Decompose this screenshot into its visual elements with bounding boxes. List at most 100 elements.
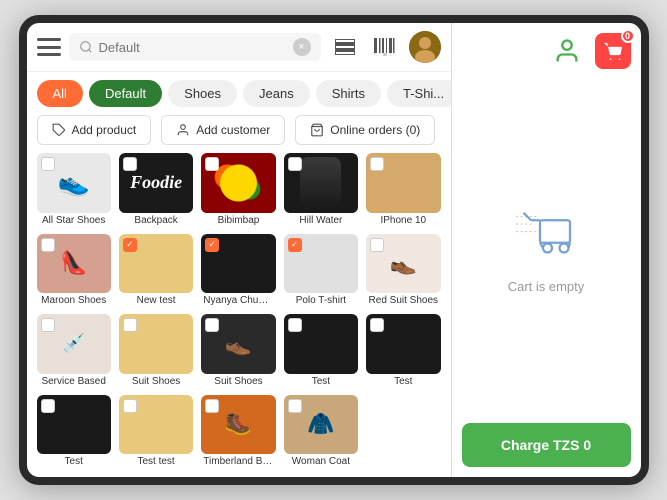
list-view-button[interactable] xyxy=(329,31,361,63)
product-checkbox[interactable] xyxy=(370,157,384,171)
barcode-button[interactable]: ||| xyxy=(369,31,401,63)
list-icon xyxy=(335,39,355,55)
product-checkbox[interactable] xyxy=(205,318,219,332)
product-checkbox[interactable] xyxy=(288,318,302,332)
top-icons: ||| xyxy=(329,31,441,63)
search-clear-button[interactable]: × xyxy=(293,38,311,56)
product-name: Hill Water xyxy=(284,213,358,226)
tablet-container: × xyxy=(19,15,649,485)
product-checkbox[interactable] xyxy=(123,318,137,332)
right-panel: 0 xyxy=(452,23,641,477)
tab-all[interactable]: All xyxy=(37,80,83,107)
product-checkbox[interactable]: ✓ xyxy=(205,238,219,252)
avatar-image xyxy=(409,31,441,63)
product-checkbox[interactable] xyxy=(123,157,137,171)
product-name: Suit Shoes xyxy=(119,374,193,387)
list-item[interactable]: 👞 Red Suit Shoes xyxy=(366,234,440,307)
tab-shirts[interactable]: Shirts xyxy=(316,80,381,107)
svg-text:|||: ||| xyxy=(383,52,386,57)
product-checkbox[interactable] xyxy=(288,399,302,413)
bag-icon xyxy=(310,123,324,137)
user-icon xyxy=(553,37,581,65)
charge-button[interactable]: Charge TZS 0 xyxy=(462,423,631,467)
product-name: Maroon Shoes xyxy=(37,293,111,306)
product-name: Nyanya Chungu xyxy=(201,293,275,306)
user-profile-button[interactable] xyxy=(549,33,585,69)
list-item[interactable]: ✓ Nyanya Chungu xyxy=(201,234,275,307)
tab-tshirts[interactable]: T-Shi... xyxy=(387,80,451,107)
list-item[interactable]: 🧥 Woman Coat xyxy=(284,395,358,468)
product-name: Timberland Boo... xyxy=(201,454,275,467)
list-item[interactable]: 👟 All Star Shoes xyxy=(37,153,111,226)
list-item[interactable]: 💉 Service Based xyxy=(37,314,111,387)
product-checkbox[interactable] xyxy=(205,399,219,413)
product-name: Polo T-shirt xyxy=(284,293,358,306)
product-checkbox[interactable] xyxy=(370,238,384,252)
search-icon xyxy=(79,40,93,54)
product-checkbox[interactable] xyxy=(41,238,55,252)
product-checkbox[interactable] xyxy=(41,318,55,332)
product-checkbox[interactable] xyxy=(288,157,302,171)
list-item[interactable]: Suit Shoes xyxy=(119,314,193,387)
cart-count: 0 xyxy=(621,29,635,43)
list-item[interactable]: 👞 Suit Shoes xyxy=(201,314,275,387)
list-item[interactable]: Test test xyxy=(119,395,193,468)
tab-shoes[interactable]: Shoes xyxy=(168,80,237,107)
product-image-text: Foodie xyxy=(130,172,182,193)
main-content: × xyxy=(27,23,641,477)
list-item[interactable]: 🥾 Timberland Boo... xyxy=(201,395,275,468)
cart-empty-text: Cart is empty xyxy=(508,279,585,294)
online-orders-label: Online orders (0) xyxy=(330,123,420,137)
cart-button[interactable]: 0 xyxy=(595,33,631,69)
product-name: All Star Shoes xyxy=(37,213,111,226)
product-grid: 👟 All Star Shoes Foodie Backpack xyxy=(27,153,451,477)
category-tabs: All Default Shoes Jeans Shirts T-Shi... xyxy=(27,72,451,115)
tab-default[interactable]: Default xyxy=(89,80,162,107)
list-item[interactable]: Hill Water xyxy=(284,153,358,226)
product-name: Test xyxy=(37,454,111,467)
product-name: New test xyxy=(119,293,193,306)
product-checkbox[interactable] xyxy=(205,157,219,171)
list-item[interactable]: ✓ New test xyxy=(119,234,193,307)
list-item[interactable]: Test xyxy=(37,395,111,468)
product-name: Bibimbap xyxy=(201,213,275,226)
list-item[interactable]: Test xyxy=(366,314,440,387)
user-avatar[interactable] xyxy=(409,31,441,63)
product-name: Red Suit Shoes xyxy=(366,293,440,306)
list-item[interactable]: Bibimbap xyxy=(201,153,275,226)
add-product-button[interactable]: Add product xyxy=(37,115,152,145)
add-product-label: Add product xyxy=(72,123,137,137)
product-name: Woman Coat xyxy=(284,454,358,467)
product-name: Test test xyxy=(119,454,193,467)
empty-cart-area: Cart is empty xyxy=(506,79,586,423)
cart-illustration xyxy=(506,209,586,269)
product-checkbox[interactable] xyxy=(41,399,55,413)
product-name: Test xyxy=(366,374,440,387)
search-box[interactable]: × xyxy=(69,33,321,61)
product-name: IPhone 10 xyxy=(366,213,440,226)
list-item[interactable]: Test xyxy=(284,314,358,387)
search-input[interactable] xyxy=(99,40,287,55)
cart-icon xyxy=(603,42,623,60)
tag-icon xyxy=(52,123,66,137)
product-checkbox[interactable] xyxy=(370,318,384,332)
add-customer-button[interactable]: Add customer xyxy=(161,115,285,145)
right-panel-icons: 0 xyxy=(462,33,631,69)
tab-jeans[interactable]: Jeans xyxy=(243,80,310,107)
product-checkbox[interactable] xyxy=(123,399,137,413)
top-bar: × xyxy=(27,23,451,72)
list-item[interactable]: IPhone 10 xyxy=(366,153,440,226)
online-orders-button[interactable]: Online orders (0) xyxy=(295,115,435,145)
barcode-icon: ||| xyxy=(374,38,396,56)
product-checkbox[interactable]: ✓ xyxy=(288,238,302,252)
list-item[interactable]: 👠 Maroon Shoes xyxy=(37,234,111,307)
menu-icon[interactable] xyxy=(37,38,61,56)
left-panel: × xyxy=(27,23,452,477)
product-name: Test xyxy=(284,374,358,387)
person-icon xyxy=(176,123,190,137)
product-checkbox[interactable]: ✓ xyxy=(123,238,137,252)
product-checkbox[interactable] xyxy=(41,157,55,171)
product-name: Service Based xyxy=(37,374,111,387)
list-item[interactable]: ✓ Polo T-shirt xyxy=(284,234,358,307)
list-item[interactable]: Foodie Backpack xyxy=(119,153,193,226)
